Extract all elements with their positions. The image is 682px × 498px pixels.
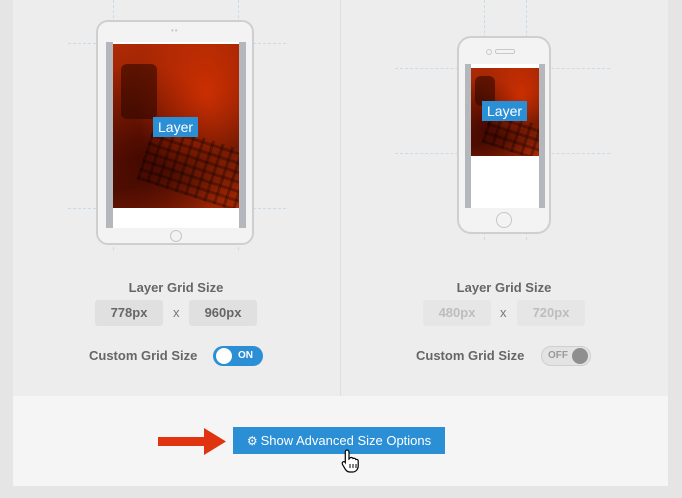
- phone-speaker: [495, 49, 515, 54]
- tablet-grid-title: Layer Grid Size: [128, 280, 224, 295]
- toggle-state-text: ON: [238, 350, 253, 361]
- toggle-state-text: OFF: [548, 350, 568, 361]
- tablet-screen-margin-left: [106, 42, 113, 228]
- tablet-layer-label[interactable]: Layer: [153, 117, 199, 137]
- toggle-knob: [572, 348, 588, 364]
- cup-shape: [121, 64, 157, 119]
- phone-home-button: [496, 212, 512, 228]
- tablet-screen-margin-right: [239, 42, 246, 228]
- phone-screen: [465, 64, 545, 208]
- show-advanced-size-options-button[interactable]: ⚙ Show Advanced Size Options: [233, 427, 445, 454]
- phone-grid-title: Layer Grid Size: [456, 280, 552, 295]
- phone-layer-label[interactable]: Layer: [482, 101, 528, 121]
- arrow-right-icon: [158, 428, 226, 455]
- tablet-custom-grid-toggle[interactable]: ON: [213, 346, 263, 366]
- tablet-size-separator: x: [173, 305, 180, 320]
- tablet-height-field[interactable]: 960px: [189, 300, 257, 326]
- toggle-knob: [216, 348, 232, 364]
- advanced-button-label: Show Advanced Size Options: [260, 433, 432, 448]
- tablet-home-button: [170, 230, 182, 242]
- tablet-camera: ••: [171, 26, 179, 35]
- phone-screen-margin-right: [539, 64, 545, 208]
- hand-cursor-icon: [341, 449, 359, 473]
- phone-custom-grid-label: Custom Grid Size: [416, 348, 525, 363]
- phone-camera: [486, 49, 492, 55]
- phone-device: [457, 36, 551, 234]
- tablet-width-field[interactable]: 778px: [95, 300, 163, 326]
- phone-custom-grid-toggle[interactable]: OFF: [541, 346, 591, 366]
- phone-height-field[interactable]: 720px: [517, 300, 585, 326]
- gear-icon: ⚙: [246, 434, 258, 448]
- phone-width-field[interactable]: 480px: [423, 300, 491, 326]
- phone-size-separator: x: [500, 305, 507, 320]
- panel-divider: [340, 0, 341, 396]
- tablet-custom-grid-label: Custom Grid Size: [89, 348, 198, 363]
